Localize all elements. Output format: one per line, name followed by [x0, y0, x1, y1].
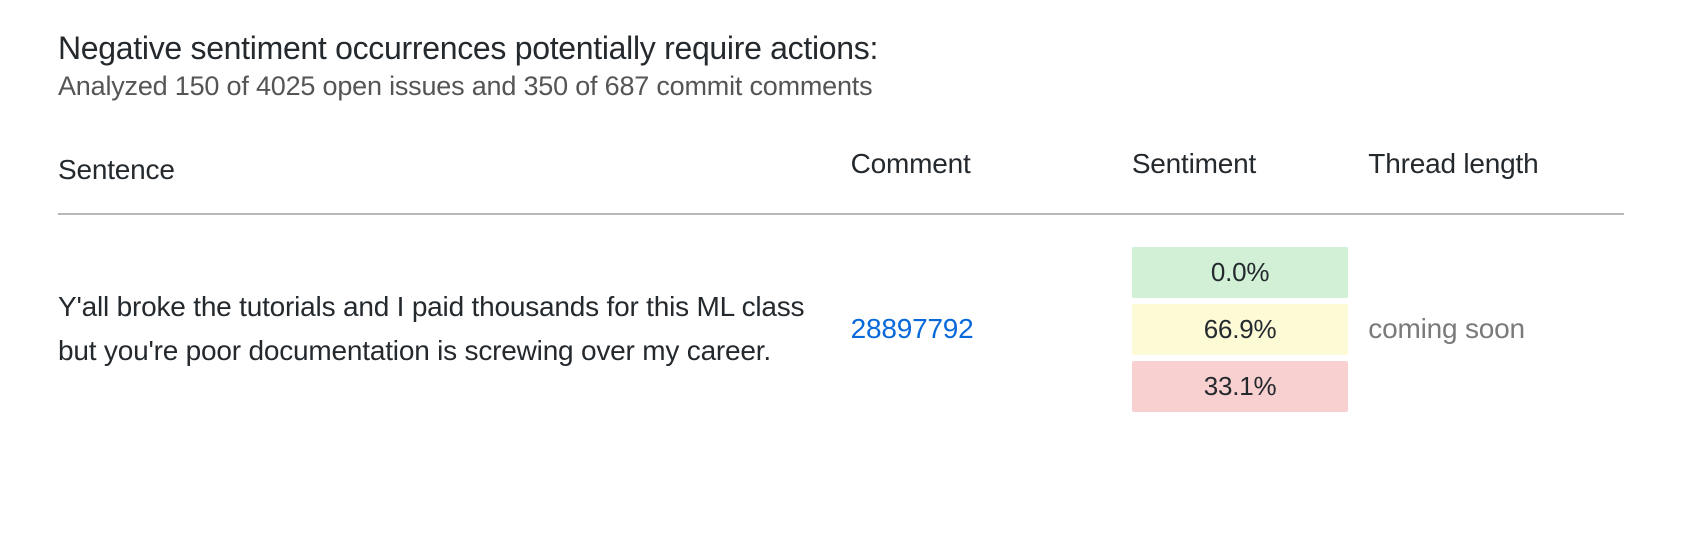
col-header-sentiment: Sentiment [1132, 138, 1368, 214]
col-header-thread-length: Thread length [1368, 138, 1624, 214]
sentiment-stack: 0.0% 66.9% 33.1% [1132, 247, 1348, 412]
col-header-sentence: Sentence [58, 138, 851, 214]
cell-thread-length: coming soon [1368, 214, 1624, 422]
page-title: Negative sentiment occurrences potential… [58, 30, 1624, 67]
cell-sentiment: 0.0% 66.9% 33.1% [1132, 214, 1368, 422]
table-row: Y'all broke the tutorials and I paid tho… [58, 214, 1624, 422]
sentiment-neutral-badge: 66.9% [1132, 304, 1348, 355]
thread-length-value: coming soon [1368, 313, 1525, 344]
cell-comment: 28897792 [851, 214, 1132, 422]
sentiment-positive-badge: 0.0% [1132, 247, 1348, 298]
sentiment-table: Sentence Comment Sentiment Thread length… [58, 138, 1624, 422]
comment-link[interactable]: 28897792 [851, 313, 974, 344]
page-subtitle: Analyzed 150 of 4025 open issues and 350… [58, 71, 1624, 102]
table-header-row: Sentence Comment Sentiment Thread length [58, 138, 1624, 214]
sentiment-negative-badge: 33.1% [1132, 361, 1348, 412]
cell-sentence: Y'all broke the tutorials and I paid tho… [58, 214, 851, 422]
col-header-comment: Comment [851, 138, 1132, 214]
